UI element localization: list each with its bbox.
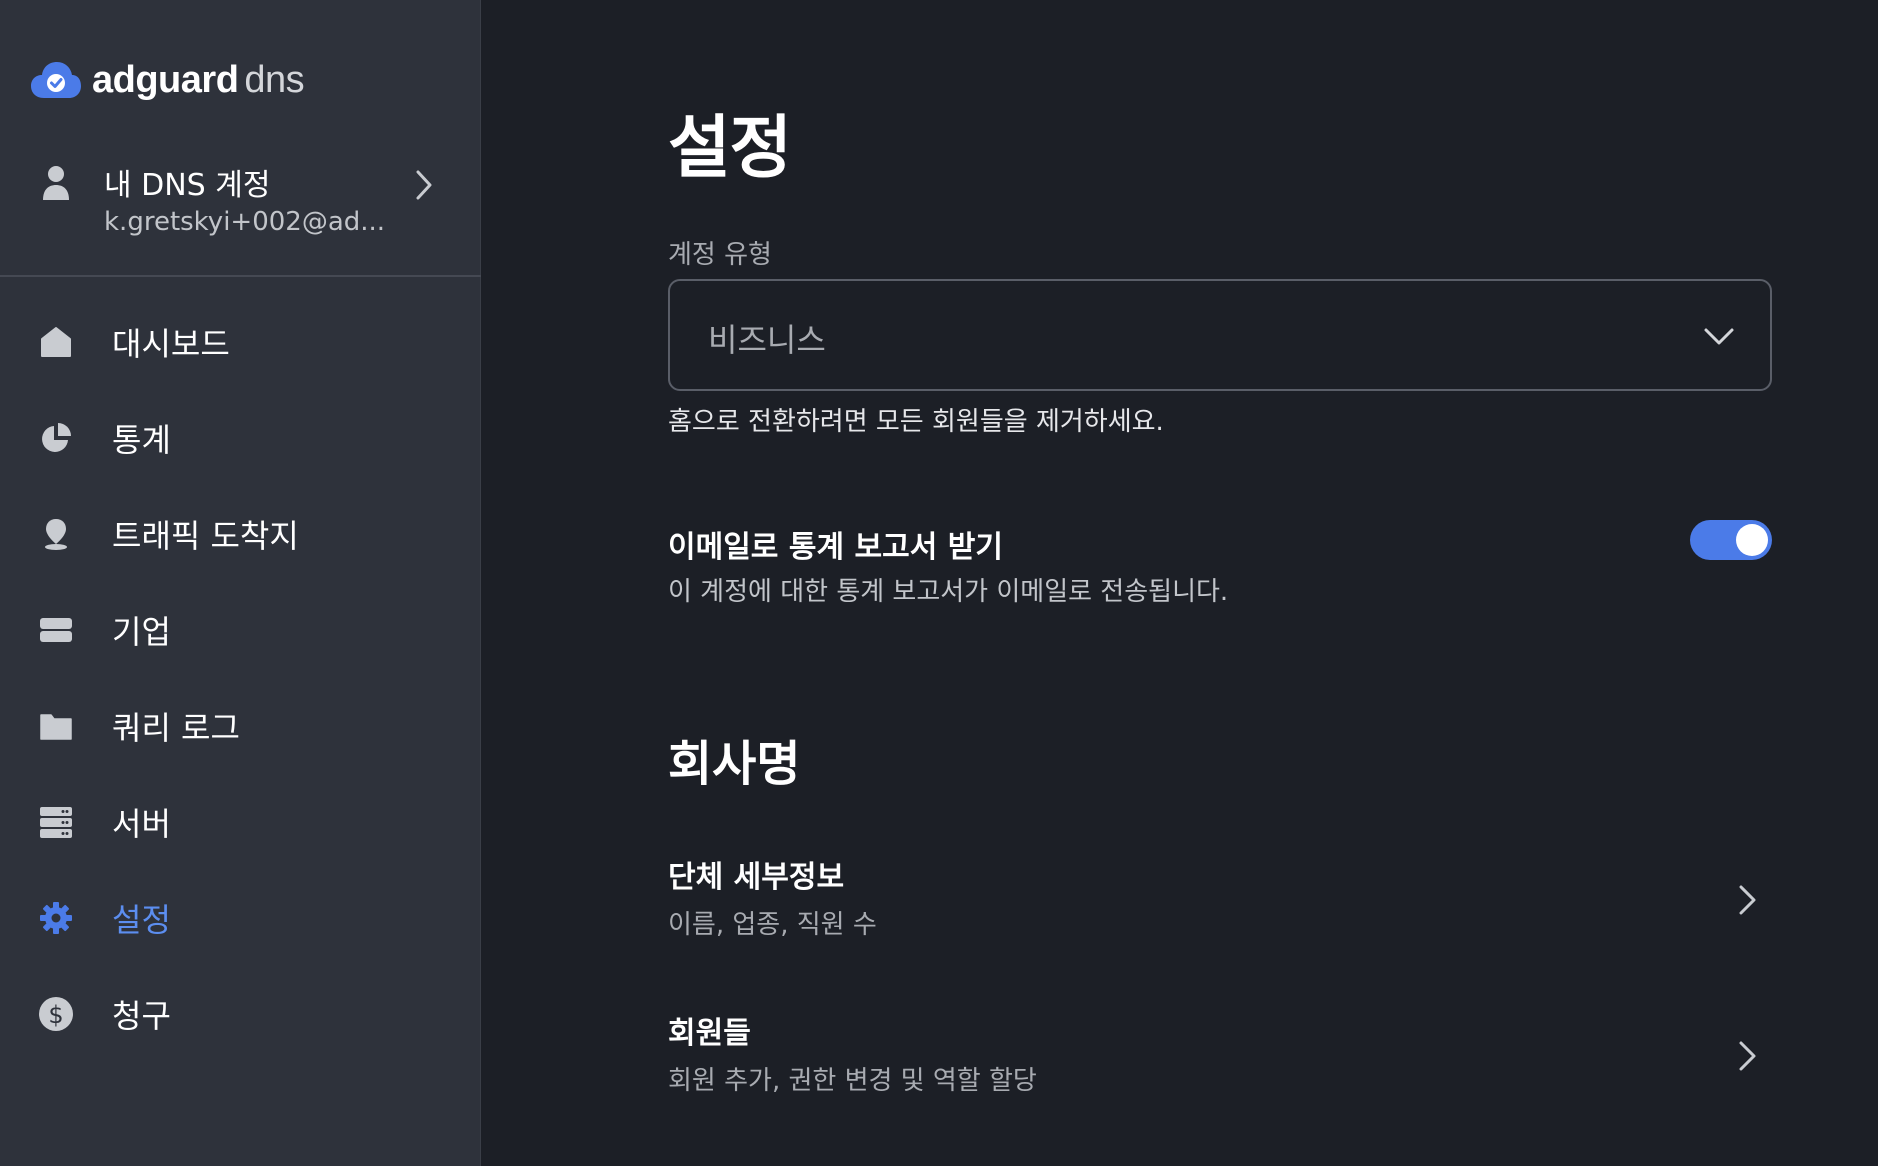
sidebar-item-label: 쿼리 로그 xyxy=(112,709,240,747)
row-description: 이름, 업종, 직원 수 xyxy=(668,910,877,940)
account-title: 내 DNS 계정 xyxy=(104,168,271,203)
chevron-right-icon xyxy=(416,170,432,200)
sidebar-nav: 대시보드 통계 트래픽 도착지 기업 쿼리 로그 서버 설정 $ 청구 xyxy=(0,294,481,1062)
adguard-cloud-logo-icon xyxy=(31,62,81,98)
folder-icon xyxy=(36,706,76,746)
sidebar-item-label: 통계 xyxy=(112,421,171,459)
sidebar-item-label: 기업 xyxy=(112,613,171,651)
page-title: 설정 xyxy=(668,109,792,188)
home-icon xyxy=(36,322,76,362)
email-reports-toggle[interactable] xyxy=(1690,520,1772,560)
chevron-right-icon xyxy=(1739,885,1756,915)
account-type-label: 계정 유형 xyxy=(668,240,772,270)
organization-details-row[interactable]: 단체 세부정보 이름, 업종, 직원 수 xyxy=(668,852,1772,962)
sidebar-item-label: 대시보드 xyxy=(112,325,230,363)
sidebar-item-settings[interactable]: 설정 xyxy=(0,870,481,966)
sidebar-item-billing[interactable]: $ 청구 xyxy=(0,966,481,1062)
email-reports-title: 이메일로 통계 보고서 받기 xyxy=(668,530,1003,565)
row-description: 회원 추가, 권한 변경 및 역할 할당 xyxy=(668,1066,1037,1096)
pie-chart-icon xyxy=(36,418,76,458)
gear-icon xyxy=(36,898,76,938)
account-type-hint: 홈으로 전환하려면 모든 회원들을 제거하세요. xyxy=(668,407,1164,437)
account-type-select[interactable]: 비즈니스 xyxy=(668,279,1772,391)
row-title: 회원들 xyxy=(668,1016,751,1051)
main-content: 설정 계정 유형 비즈니스 홈으로 전환하려면 모든 회원들을 제거하세요. 이… xyxy=(481,0,1878,1166)
company-section-title: 회사명 xyxy=(668,736,801,792)
sidebar-item-company[interactable]: 기업 xyxy=(0,582,481,678)
server-icon xyxy=(36,802,76,842)
members-row[interactable]: 회원들 회원 추가, 권한 변경 및 역할 할당 xyxy=(668,1008,1772,1118)
dollar-icon: $ xyxy=(36,994,76,1034)
location-pin-icon xyxy=(36,514,76,554)
logo[interactable]: adguard dns xyxy=(30,55,305,105)
chevron-down-icon xyxy=(1704,328,1734,345)
svg-text:$: $ xyxy=(48,1001,63,1029)
account-switcher[interactable]: 내 DNS 계정 k.gretskyi+002@ad... xyxy=(0,150,481,277)
sidebar-item-query-log[interactable]: 쿼리 로그 xyxy=(0,678,481,774)
row-title: 단체 세부정보 xyxy=(668,860,845,895)
account-type-value: 비즈니스 xyxy=(708,321,826,359)
sidebar-item-statistics[interactable]: 통계 xyxy=(0,390,481,486)
sidebar: adguard dns 내 DNS 계정 k.gretskyi+002@ad...… xyxy=(0,0,481,1166)
sidebar-item-label: 트래픽 도착지 xyxy=(112,517,299,555)
brand-name-light: dns xyxy=(244,58,305,101)
account-email: k.gretskyi+002@ad... xyxy=(104,207,386,237)
sidebar-item-traffic-destinations[interactable]: 트래픽 도착지 xyxy=(0,486,481,582)
sidebar-item-label: 청구 xyxy=(112,997,171,1035)
toggle-knob xyxy=(1736,524,1768,556)
chevron-right-icon xyxy=(1739,1041,1756,1071)
email-reports-description: 이 계정에 대한 통계 보고서가 이메일로 전송됩니다. xyxy=(668,577,1229,607)
sidebar-item-label: 서버 xyxy=(112,805,171,843)
user-icon xyxy=(43,166,69,200)
sidebar-item-label: 설정 xyxy=(112,901,171,939)
card-icon xyxy=(36,610,76,650)
sidebar-item-dashboard[interactable]: 대시보드 xyxy=(0,294,481,390)
sidebar-item-servers[interactable]: 서버 xyxy=(0,774,481,870)
brand-name-bold: adguard xyxy=(92,58,239,101)
